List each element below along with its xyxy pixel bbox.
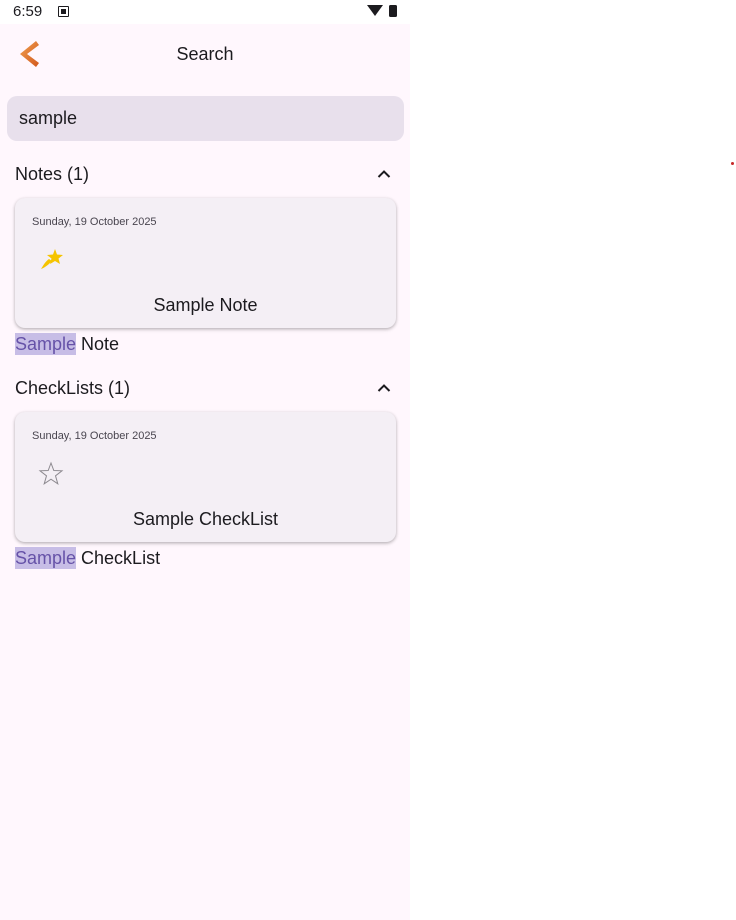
note-date: Sunday, 19 October 2025 xyxy=(32,216,157,228)
checklist-card[interactable]: Sunday, 19 October 2025 Sample CheckList xyxy=(15,412,396,542)
wifi-icon xyxy=(367,5,383,16)
indicator-dot xyxy=(731,162,734,165)
note-card[interactable]: Sunday, 19 October 2025 Sample Note xyxy=(15,198,396,328)
notes-section-header[interactable]: Notes (1) xyxy=(0,158,410,190)
notification-icon xyxy=(58,6,69,17)
note-title: Sample Note xyxy=(153,295,258,315)
chevron-up-icon xyxy=(377,170,391,178)
match-highlight: Sample xyxy=(15,547,77,569)
checklist-match-snippet: Sample CheckList xyxy=(15,547,161,569)
checklists-section-title: CheckLists (1) xyxy=(15,378,131,398)
match-highlight: Sample xyxy=(15,333,77,355)
collapse-checklists-button[interactable] xyxy=(372,376,396,400)
page-title: Search xyxy=(176,44,234,64)
match-rest: CheckList xyxy=(76,548,161,568)
star-outline-icon[interactable] xyxy=(38,461,64,487)
note-match-snippet: Sample Note xyxy=(15,333,120,355)
status-time: 6:59 xyxy=(13,3,43,20)
search-field[interactable] xyxy=(7,96,404,141)
checklists-section-header[interactable]: CheckLists (1) xyxy=(0,372,410,404)
status-bar: 6:59 xyxy=(0,0,410,24)
battery-icon xyxy=(389,5,397,17)
search-input[interactable] xyxy=(19,96,389,141)
app-screen: 6:59 Search Notes (1) xyxy=(0,0,410,920)
match-rest: Note xyxy=(76,334,120,354)
checklist-title: Sample CheckList xyxy=(132,509,279,529)
checklist-date: Sunday, 19 October 2025 xyxy=(32,430,157,442)
chevron-up-icon xyxy=(377,384,391,392)
notes-section-title: Notes (1) xyxy=(15,164,90,184)
app-bar: Search xyxy=(0,24,410,86)
shooting-star-icon[interactable] xyxy=(38,247,64,273)
collapse-notes-button[interactable] xyxy=(372,162,396,186)
